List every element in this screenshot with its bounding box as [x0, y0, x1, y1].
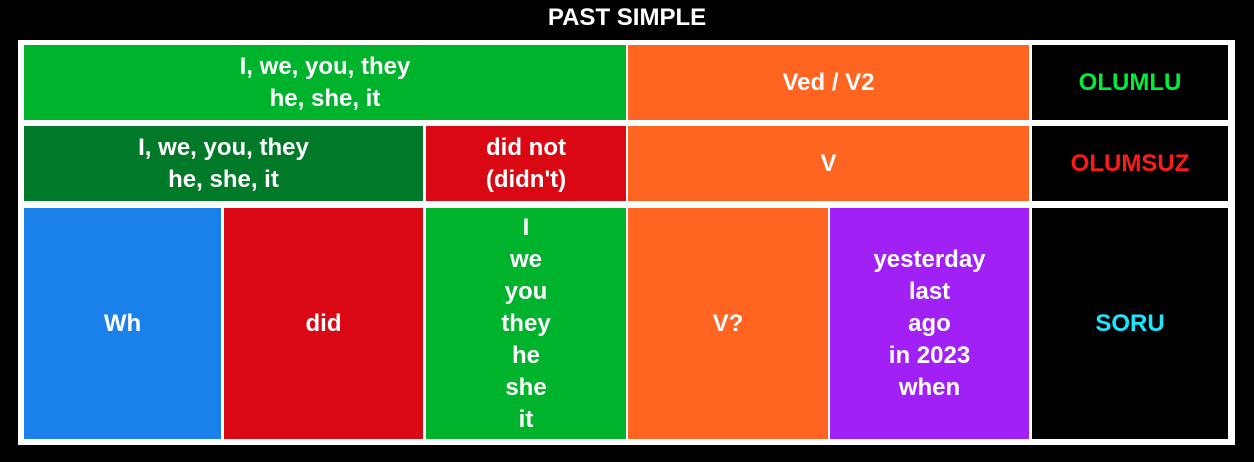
time-word: in 2023 — [888, 341, 971, 369]
aux-line: (didn't) — [485, 165, 567, 193]
negative-verb-cell: V — [628, 126, 1029, 201]
positive-verb-cell: Ved / V2 — [628, 45, 1029, 120]
negative-subjects-cell: I, we, you, they he, she, it — [24, 126, 423, 201]
subject-line: it — [518, 405, 534, 433]
subject-line: they — [501, 309, 551, 337]
subject-line: he, she, it — [168, 165, 279, 193]
question-verb-cell: V? — [628, 208, 828, 439]
subject-line: he, she, it — [269, 84, 381, 112]
subject-line: I, we, you, they — [239, 52, 411, 80]
aux-line: did not — [486, 133, 566, 161]
time-word: last — [908, 277, 951, 305]
time-word: when — [898, 373, 961, 401]
wh-cell: Wh — [24, 208, 221, 439]
olumlu-label: OLUMLU — [1032, 45, 1228, 120]
page-title: PAST SIMPLE — [547, 4, 707, 31]
subject-line: I — [522, 213, 530, 241]
subject-line: we — [509, 245, 542, 273]
question-subjects-cell: I we you they he she it — [426, 208, 626, 439]
question-aux-cell: did — [224, 208, 423, 439]
soru-label: SORU — [1032, 208, 1228, 439]
olumsuz-label: OLUMSUZ — [1032, 126, 1228, 201]
time-word: yesterday — [873, 245, 986, 273]
subject-line: he — [511, 341, 540, 369]
subject-line: you — [504, 277, 548, 305]
subject-line: I, we, you, they — [138, 133, 309, 161]
grammar-table: I, we, you, they he, she, it Ved / V2 OL… — [18, 40, 1235, 445]
subject-line: she — [505, 373, 547, 401]
positive-subjects-cell: I, we, you, they he, she, it — [24, 45, 626, 120]
time-words-cell: yesterday last ago in 2023 when — [830, 208, 1029, 439]
time-word: ago — [908, 309, 951, 337]
negative-aux-cell: did not (didn't) — [426, 126, 626, 201]
